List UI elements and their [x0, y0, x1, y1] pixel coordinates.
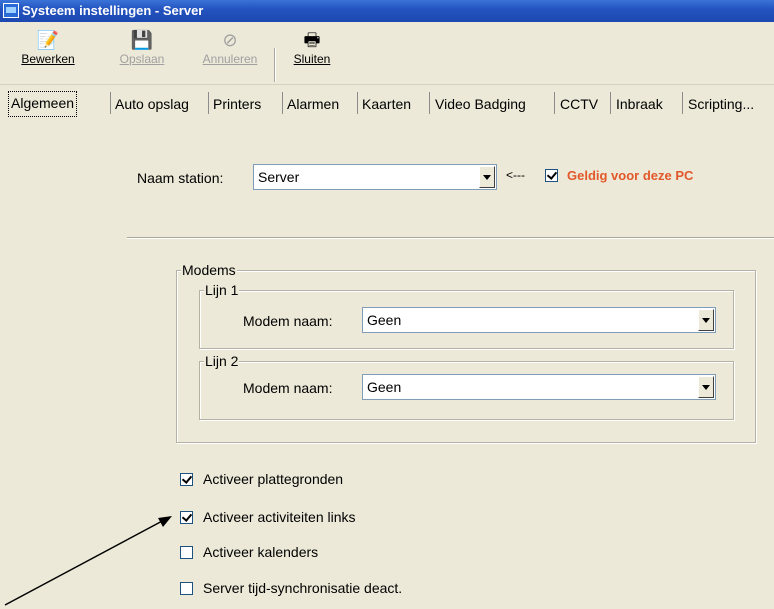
arrow-head-icon [158, 516, 172, 527]
settings-window: Systeem instellingen - Server 📝 Bewerken… [0, 0, 774, 609]
arrow-shaft [4, 518, 167, 606]
annotation-arrow [4, 516, 172, 606]
